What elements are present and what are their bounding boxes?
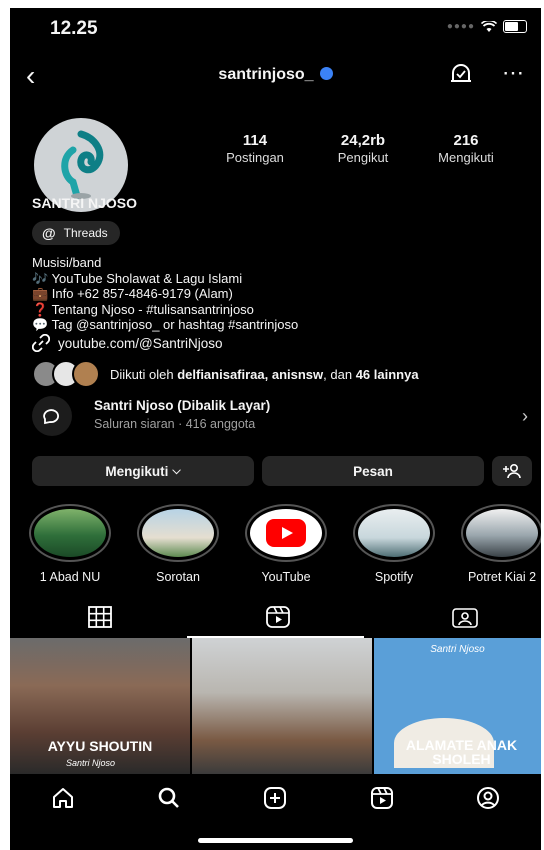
post-caption: Santri Njoso xyxy=(430,644,485,655)
channel-subtitle: Saluran siaran · 416 anggota xyxy=(94,417,256,431)
wifi-icon xyxy=(481,20,497,32)
stat-value: 216 xyxy=(453,132,479,149)
stat-label: Pengikut xyxy=(337,150,389,165)
follower-avatars xyxy=(32,360,100,388)
highlight-1-abad-nu[interactable]: 1 Abad NU xyxy=(26,504,114,584)
highlight-image xyxy=(142,509,214,557)
highlight-sorotan[interactable]: Sorotan xyxy=(134,504,222,584)
highlight-image xyxy=(358,509,430,557)
stat-label: Postingan xyxy=(226,150,284,165)
highlight-ring xyxy=(137,504,219,562)
profile-link[interactable]: youtube.com/@SantriNjoso xyxy=(32,334,223,352)
post-thumbnail[interactable]: Santri Njoso ALAMATE ANAK SHOLEH xyxy=(374,638,541,774)
bio-line: ❓ Tentang Njoso - #tulisansantrinjoso xyxy=(32,301,254,317)
avatar-logo-icon xyxy=(61,130,104,200)
add-user-button[interactable] xyxy=(492,456,532,486)
followed-by-text: Diikuti oleh delfianisafiraa, anisnsw, d… xyxy=(110,366,419,382)
following-label: Mengikuti xyxy=(105,463,169,479)
threads-icon: @ xyxy=(42,225,56,241)
followed-by[interactable]: Diikuti oleh delfianisafiraa, anisnsw, d… xyxy=(32,360,419,388)
home-icon[interactable] xyxy=(51,786,75,810)
reels-icon[interactable] xyxy=(370,786,394,810)
highlight-label: YouTube xyxy=(261,570,311,584)
highlight-ring xyxy=(353,504,435,562)
grid-tab-icon[interactable] xyxy=(88,606,112,628)
message-label: Pesan xyxy=(353,463,393,479)
bottom-navigation xyxy=(10,776,541,820)
chevron-down-icon: ⌵ xyxy=(172,464,181,477)
highlight-label: Potret Kiai 2 xyxy=(467,570,537,584)
bio-category: Musisi/band xyxy=(32,255,102,270)
channel-icon xyxy=(32,396,72,436)
bio-line: 💬 Tag @santrinjoso_ or hashtag #santrinj… xyxy=(32,317,299,332)
following-button[interactable]: Mengikuti ⌵ xyxy=(32,456,254,486)
highlight-label: Spotify xyxy=(374,570,414,584)
highlight-spotify[interactable]: Spotify xyxy=(350,504,438,584)
home-indicator xyxy=(198,838,353,843)
threads-badge[interactable]: @ Threads xyxy=(32,221,120,245)
more-options-icon[interactable]: ⋯ xyxy=(502,60,525,86)
post-thumbnail[interactable] xyxy=(192,638,372,774)
stat-label: Mengikuti xyxy=(438,150,494,165)
add-user-icon xyxy=(503,463,521,479)
highlight-ring xyxy=(461,504,541,562)
highlight-ring xyxy=(29,504,111,562)
highlight-label: 1 Abad NU xyxy=(39,570,101,584)
reels-tab-icon[interactable] xyxy=(266,606,290,628)
highlight-potret-kiai[interactable]: Potret Kiai 2 xyxy=(458,504,541,584)
highlight-image xyxy=(466,509,538,557)
stat-followers[interactable]: 24,2rb Pengikut xyxy=(323,132,403,165)
status-icons: ●●●● xyxy=(447,20,527,33)
message-button[interactable]: Pesan xyxy=(262,456,484,486)
avatar xyxy=(72,360,100,388)
stat-following[interactable]: 216 Mengikuti xyxy=(426,132,506,165)
bio-line: 🎶 YouTube Sholawat & Lagu Islami xyxy=(32,270,243,286)
chevron-right-icon: › xyxy=(522,406,528,426)
link-text: youtube.com/@SantriNjoso xyxy=(58,335,223,351)
notifications-bell-icon[interactable] xyxy=(449,62,473,88)
broadcast-channel[interactable]: Santri Njoso (Dibalik Layar) Saluran sia… xyxy=(32,396,540,440)
youtube-icon xyxy=(266,519,306,547)
highlight-ring xyxy=(245,504,327,562)
profile-bio: Musisi/band 🎶 YouTube Sholawat & Lagu Is… xyxy=(32,255,532,333)
stat-value: 114 xyxy=(242,132,268,149)
search-icon[interactable] xyxy=(157,786,181,810)
stat-value: 24,2rb xyxy=(340,132,386,149)
post-thumbnail[interactable]: AYYU SHOUTIN Santri Njoso xyxy=(10,638,190,774)
create-post-icon[interactable] xyxy=(263,786,287,810)
post-title: ALAMATE ANAK SHOLEH xyxy=(405,737,518,767)
profile-icon[interactable] xyxy=(476,786,500,810)
phone-screen: 12.25 ●●●● ‹ santrinjoso_ ⋯ 114 Postinga… xyxy=(10,8,541,850)
threads-label: Threads xyxy=(63,226,108,240)
battery-icon xyxy=(503,20,527,33)
channel-title: Santri Njoso (Dibalik Layar) xyxy=(94,398,271,413)
highlight-youtube[interactable]: YouTube xyxy=(242,504,330,584)
tagged-tab-icon[interactable] xyxy=(452,606,478,628)
status-time: 12.25 xyxy=(50,18,98,39)
signal-icon: ●●●● xyxy=(446,21,475,32)
bio-line: 💼 Info +62 857-4846-9179 (Alam) xyxy=(32,286,233,301)
verified-badge-icon xyxy=(319,67,333,81)
profile-name: SANTRI NJOSO xyxy=(32,195,138,211)
stat-posts[interactable]: 114 Postingan xyxy=(215,132,295,165)
link-icon xyxy=(32,334,50,352)
post-caption: Santri Njoso xyxy=(66,758,116,768)
highlight-label: Sorotan xyxy=(156,570,200,584)
highlight-image xyxy=(34,509,106,557)
username-text: santrinjoso_ xyxy=(218,66,314,83)
highlight-image xyxy=(250,509,322,557)
post-title: AYYU SHOUTIN xyxy=(47,738,153,754)
